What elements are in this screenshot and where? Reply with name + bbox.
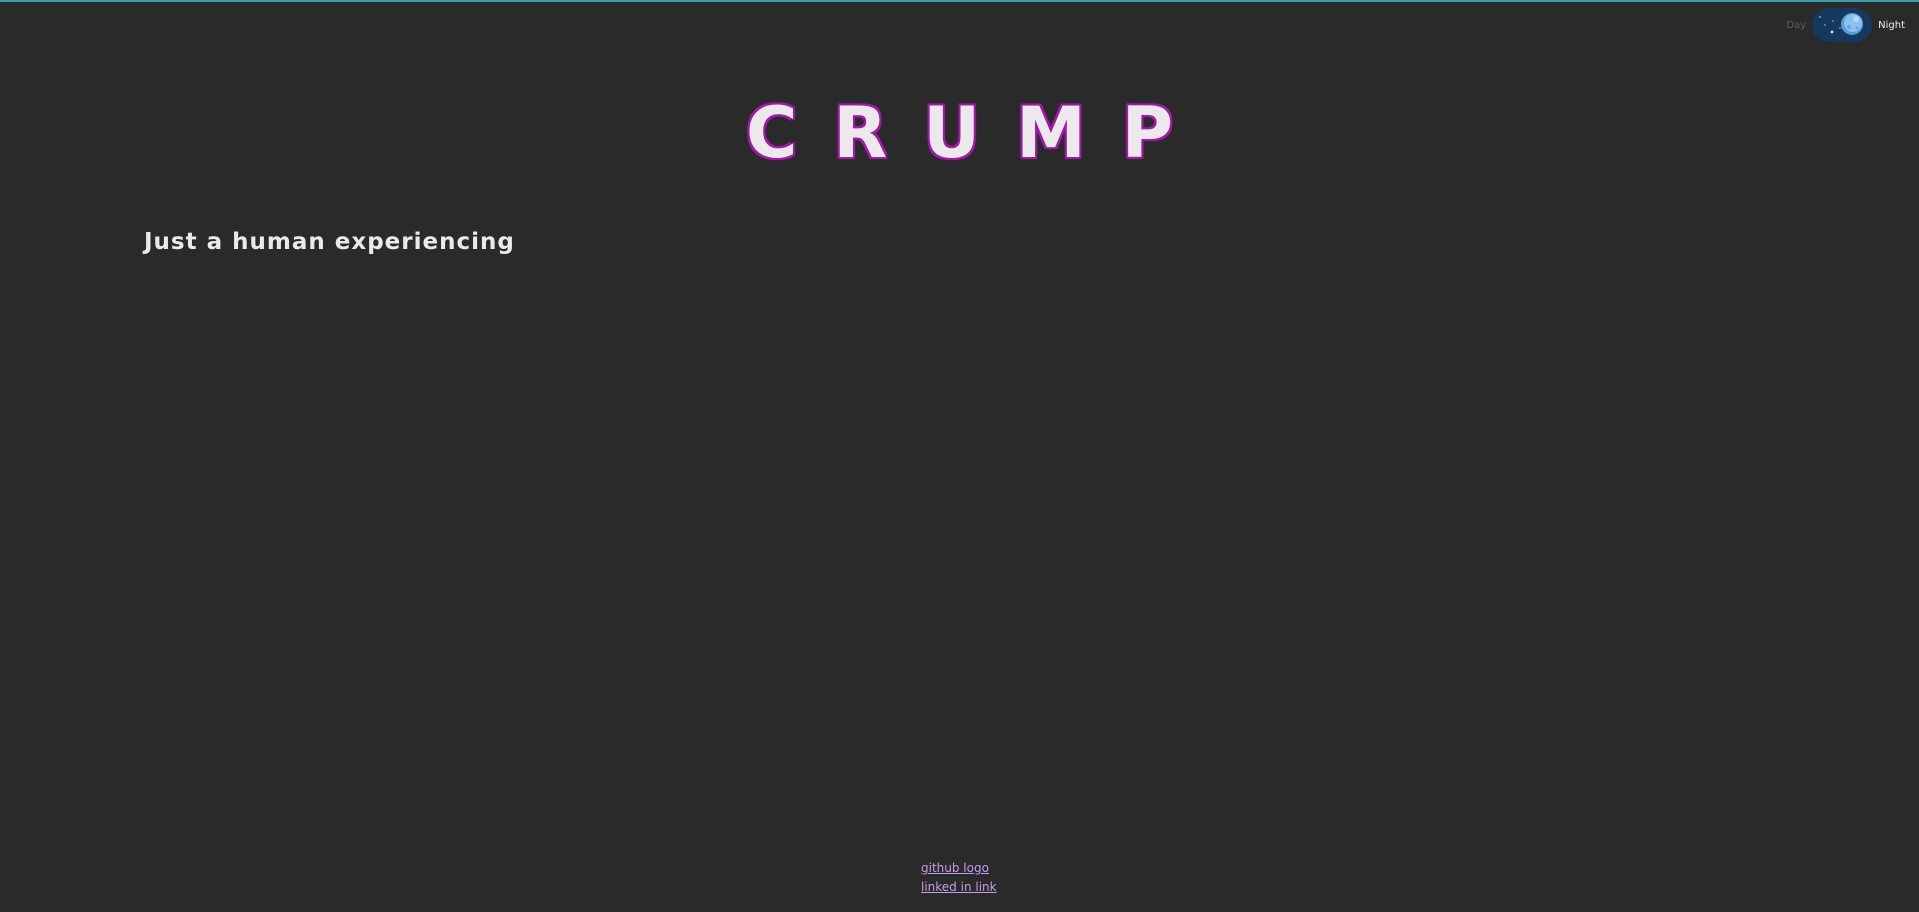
footer-links: github logo linked in link <box>921 860 997 896</box>
linkedin-link[interactable]: linked in link <box>921 879 997 896</box>
tagline: Just a human experiencing <box>144 229 515 255</box>
toggle-day-label: Day <box>1786 19 1807 31</box>
page-title: CRUMP <box>745 92 1210 174</box>
moon-stars-icon <box>1812 8 1873 42</box>
top-accent-line <box>0 0 1919 2</box>
github-link[interactable]: github logo <box>921 860 997 877</box>
theme-toggle: Day Night <box>1786 8 1905 42</box>
theme-toggle-switch[interactable] <box>1812 8 1873 42</box>
toggle-night-label: Night <box>1878 19 1905 31</box>
